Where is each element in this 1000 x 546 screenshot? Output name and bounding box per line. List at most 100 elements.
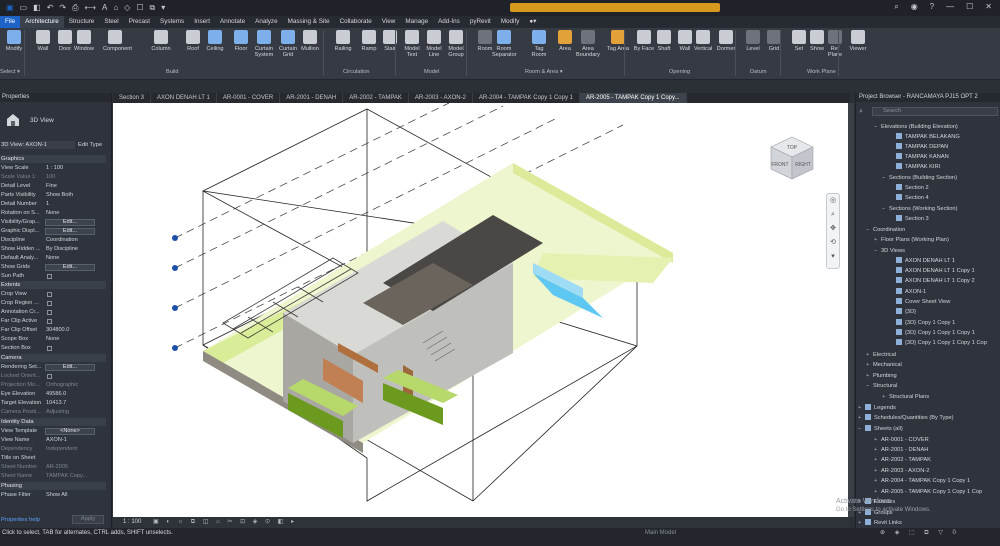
tab-collaborate[interactable]: Collaborate bbox=[335, 16, 377, 28]
property-checkbox[interactable] bbox=[47, 301, 52, 306]
help-icon[interactable]: ? bbox=[930, 2, 934, 12]
ribbon-button-railing[interactable]: Railing bbox=[331, 30, 355, 52]
property-edit-button[interactable]: Edit... bbox=[45, 264, 95, 271]
browser-tree-item[interactable]: {3D} bbox=[896, 308, 916, 316]
browser-tree-item[interactable]: − Sections (Building Section) bbox=[882, 174, 957, 182]
browser-tree-item[interactable]: TAMPAK DEPAN bbox=[896, 143, 948, 151]
browser-tree-item[interactable]: + Legends bbox=[858, 404, 896, 412]
browser-tree-item[interactable]: − Sections (Working Section) bbox=[882, 205, 958, 213]
collapse-icon[interactable]: − bbox=[874, 123, 881, 131]
property-value[interactable]: Show All bbox=[46, 491, 67, 500]
collapse-icon[interactable]: − bbox=[866, 226, 873, 234]
browser-tree-item[interactable]: Cover Sheet View bbox=[896, 298, 950, 306]
ribbon-button-component[interactable]: Component bbox=[103, 30, 132, 52]
browser-tree-item[interactable]: + AR-2001 - DENAH bbox=[874, 446, 928, 454]
browser-tree-item[interactable]: − Structural bbox=[866, 382, 897, 390]
browser-tree-item[interactable]: + AR-2004 - TAMPAK Copy 1 Copy 1 bbox=[874, 477, 970, 485]
property-section-header[interactable]: Graphics bbox=[0, 155, 106, 163]
property-checkbox[interactable] bbox=[47, 274, 52, 279]
tab-architecture[interactable]: Architecture bbox=[20, 16, 64, 28]
browser-tree-item[interactable]: + AR-2003 - AXON-2 bbox=[874, 467, 929, 475]
doc-tab[interactable]: Section 3 bbox=[113, 93, 152, 103]
doc-tab-active[interactable]: AR-2005 - TAMPAK Copy 1 Copy... bbox=[579, 93, 687, 103]
ribbon-button-floor[interactable]: Floor bbox=[229, 30, 253, 52]
pan-icon[interactable]: ✥ bbox=[827, 222, 839, 236]
ribbon-button-model-line[interactable]: Model Line bbox=[422, 30, 446, 58]
property-value[interactable]: Coordination bbox=[46, 236, 78, 245]
property-value[interactable]: 100 bbox=[46, 173, 55, 182]
browser-tree-item[interactable]: {3D} Copy 1 Copy 1 Copy 1 bbox=[896, 329, 975, 337]
property-value[interactable]: Orthographic bbox=[46, 381, 78, 390]
property-edit-button[interactable]: Edit... bbox=[45, 364, 95, 371]
viewcube[interactable]: TOP FRONT RIGHT bbox=[763, 133, 821, 185]
selection-filter-icons[interactable]: ⊕ ◈ ⬚ ⧉ ▽ 0 bbox=[880, 529, 960, 538]
expand-icon[interactable]: + bbox=[858, 404, 865, 412]
expand-icon[interactable]: + bbox=[874, 236, 881, 244]
property-checkbox[interactable] bbox=[47, 319, 52, 324]
collapse-icon[interactable]: − bbox=[866, 382, 873, 390]
browser-tree-item[interactable]: AXON-1 bbox=[896, 288, 926, 296]
view-scale-label[interactable]: 1 : 100 bbox=[123, 517, 141, 528]
ribbon-button-modify[interactable]: Modify bbox=[2, 30, 26, 52]
property-section-header[interactable]: Extents bbox=[0, 281, 106, 289]
tab-systems[interactable]: Systems bbox=[155, 16, 189, 28]
property-value[interactable]: AXON-1 bbox=[46, 436, 67, 445]
browser-tree-item[interactable]: AXON DENAH LT 1 Copy 1 bbox=[896, 267, 975, 275]
ribbon-button-viewer[interactable]: Viewer bbox=[846, 30, 870, 52]
apply-button[interactable]: Apply bbox=[72, 515, 104, 524]
browser-tree-item[interactable]: + Schedules/Quantities (By Type) bbox=[858, 414, 954, 422]
user-icon[interactable]: ◉ bbox=[911, 2, 918, 12]
tab-insert[interactable]: Insert bbox=[189, 16, 215, 28]
type-selector-label[interactable]: 3D View bbox=[30, 117, 54, 124]
close-hidden-icon[interactable]: ☐ bbox=[136, 3, 143, 13]
property-edit-button[interactable]: Edit... bbox=[45, 219, 95, 226]
browser-tree-item[interactable]: − Elevations (Building Elevation) bbox=[874, 123, 958, 131]
browser-tree-item[interactable]: {3D} Copy 1 Copy 1 Copy 1 Cop bbox=[896, 339, 987, 347]
browser-tree-item[interactable]: − Sheets (all) bbox=[858, 425, 903, 433]
undo-icon[interactable]: ↶ bbox=[47, 3, 54, 13]
ribbon-panel-title[interactable]: Build bbox=[166, 69, 178, 75]
edit-type-button[interactable]: Edit Type bbox=[78, 141, 102, 149]
ribbon-button-vertical[interactable]: Vertical bbox=[691, 30, 715, 52]
property-value[interactable]: 10413.7 bbox=[46, 399, 66, 408]
tab-manage[interactable]: Manage bbox=[400, 16, 433, 28]
ribbon-panel-title[interactable]: Work Plane bbox=[807, 69, 836, 75]
browser-tree-item[interactable]: −3D Views bbox=[874, 247, 905, 255]
browser-tree-item[interactable]: TAMPAK BELAKANG bbox=[896, 133, 960, 141]
browser-tree-item[interactable]: AXON DENAH LT 1 Copy 2 bbox=[896, 277, 975, 285]
property-section-header[interactable]: Camera bbox=[0, 354, 106, 362]
ribbon-button-room-separator[interactable]: Room Separator bbox=[492, 30, 517, 58]
property-value[interactable]: TAMPAK Copy... bbox=[46, 472, 87, 481]
orbit-icon[interactable]: ⟲ bbox=[827, 236, 839, 250]
ribbon-button-tag-room[interactable]: Tag Room bbox=[527, 30, 551, 58]
doc-tab[interactable]: AXON DENAH LT 1 bbox=[151, 93, 217, 103]
minimize-icon[interactable]: — bbox=[946, 2, 954, 12]
property-value[interactable]: Fine bbox=[46, 182, 57, 191]
panel-toggle-icon[interactable]: ●▾ bbox=[524, 16, 541, 28]
print-icon[interactable]: ⎙ bbox=[72, 3, 78, 13]
expand-icon[interactable]: + bbox=[874, 477, 881, 485]
customize-dropdown-icon[interactable]: ▾ bbox=[161, 3, 165, 13]
browser-tree-item[interactable]: Section 3 bbox=[896, 215, 929, 223]
ribbon-button-tag-area[interactable]: Tag Area bbox=[606, 30, 630, 52]
property-checkbox[interactable] bbox=[47, 292, 52, 297]
doc-tab[interactable]: AR-2002 - TAMPAK bbox=[343, 93, 409, 103]
property-checkbox[interactable] bbox=[47, 310, 52, 315]
collapse-icon[interactable]: − bbox=[858, 425, 865, 433]
ribbon-panel-title[interactable]: Room & Area ▾ bbox=[525, 69, 563, 75]
property-value[interactable]: None bbox=[46, 209, 59, 218]
main-model-selector[interactable]: Main Model bbox=[645, 529, 676, 538]
property-checkbox[interactable] bbox=[47, 346, 52, 351]
browser-tree-item[interactable]: Section 4 bbox=[896, 194, 929, 202]
property-value[interactable]: 49586.0 bbox=[46, 390, 66, 399]
ribbon-button-column[interactable]: Column bbox=[149, 30, 173, 52]
expand-icon[interactable]: + bbox=[866, 351, 873, 359]
tab-analyze[interactable]: Analyze bbox=[250, 16, 282, 28]
tab-modify[interactable]: Modify bbox=[496, 16, 525, 28]
browser-tree-item[interactable]: + Mechanical bbox=[866, 361, 902, 369]
property-value[interactable]: None bbox=[46, 254, 59, 263]
tab-steel[interactable]: Steel bbox=[99, 16, 123, 28]
expand-icon[interactable]: + bbox=[874, 488, 881, 496]
tab-annotate[interactable]: Annotate bbox=[215, 16, 250, 28]
maximize-icon[interactable]: ☐ bbox=[966, 2, 973, 12]
